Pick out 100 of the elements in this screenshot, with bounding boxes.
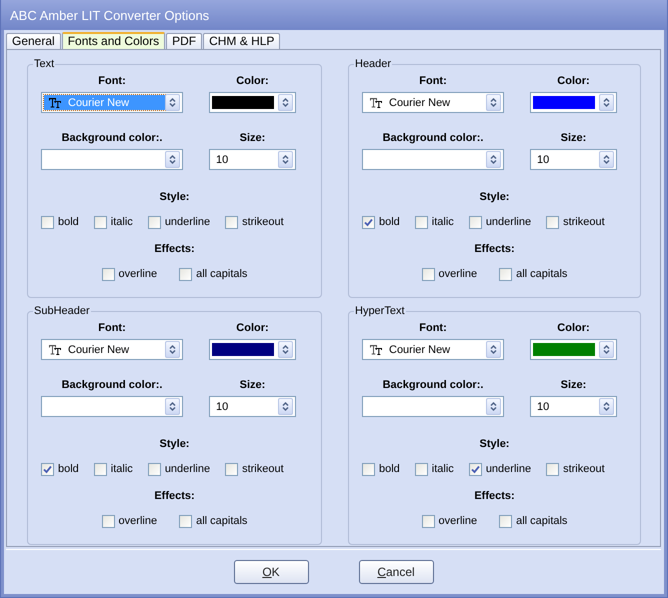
checkbox[interactable] [546, 462, 560, 476]
background-color-label: Background color:. [60, 131, 164, 146]
size-label: Size: [560, 131, 588, 146]
font-icon [369, 344, 383, 355]
checkbox-label[interactable]: all capitals [516, 268, 568, 280]
checkbox[interactable] [468, 462, 482, 476]
checkbox[interactable] [422, 514, 435, 528]
checkbox-label[interactable]: italic [432, 216, 454, 228]
checkbox[interactable] [41, 462, 54, 476]
font-label: Font: [418, 321, 448, 336]
checkbox[interactable] [499, 514, 512, 528]
spin-arrows-icon [169, 98, 176, 107]
checkbox-label[interactable]: bold [58, 216, 79, 228]
checkbox-label[interactable]: underline [164, 216, 210, 228]
checkbox[interactable] [94, 216, 107, 228]
spin-arrows-icon [282, 98, 289, 107]
checkbox[interactable] [179, 268, 192, 280]
checkbox-label[interactable]: underline [164, 463, 210, 475]
checkbox-label[interactable]: bold [58, 463, 79, 475]
checkbox[interactable] [148, 216, 161, 228]
size-dropdown[interactable]: 10 [530, 149, 617, 170]
font-dropdown[interactable]: Courier New [362, 339, 504, 360]
background-color-dropdown[interactable] [362, 149, 504, 170]
color-label: Color: [556, 74, 591, 89]
checkbox-label[interactable]: all capitals [516, 515, 568, 527]
font-dropdown[interactable]: Courier New [362, 92, 504, 113]
group-title: HyperText [354, 305, 406, 318]
checkbox[interactable] [148, 462, 161, 476]
checkbox-label[interactable]: strikeout [242, 463, 284, 475]
check-icon [470, 464, 480, 474]
background-color-label: Background color:. [382, 378, 484, 393]
checkbox-label[interactable]: overline [438, 268, 478, 280]
checkbox[interactable] [362, 216, 375, 228]
font-icon [48, 97, 62, 108]
spin-arrows-icon [603, 345, 610, 354]
style-label: Style: [158, 437, 190, 451]
color-dropdown[interactable] [530, 339, 617, 360]
checkbox[interactable] [102, 514, 115, 528]
size-label: Size: [238, 378, 266, 393]
font-label: Font: [97, 321, 127, 336]
checkbox-label[interactable]: bold [379, 216, 400, 228]
spin-arrows-icon [603, 402, 610, 411]
window-title: ABC Amber LIT Converter Options [10, 8, 210, 22]
checkbox[interactable] [94, 462, 107, 476]
checkbox-label[interactable]: overline [118, 268, 158, 280]
cancel-button[interactable]: Cancel [358, 560, 434, 584]
checkbox-label[interactable]: italic [110, 216, 133, 228]
checkbox[interactable] [546, 216, 560, 228]
checkbox-label[interactable]: italic [110, 463, 133, 475]
checkbox-label[interactable]: all capitals [196, 268, 248, 280]
color-label: Color: [235, 321, 270, 336]
size-dropdown[interactable]: 10 [209, 149, 296, 170]
tab[interactable]: CHM & HLP [203, 33, 280, 49]
checkbox[interactable] [362, 462, 375, 476]
font-label: Font: [97, 74, 127, 89]
ok-button[interactable]: OK [234, 560, 308, 584]
checkbox[interactable] [422, 268, 435, 280]
color-dropdown[interactable] [209, 92, 296, 113]
size-dropdown[interactable]: 10 [530, 396, 617, 417]
checkbox[interactable] [102, 268, 115, 280]
tab[interactable]: PDF [166, 33, 202, 49]
checkbox-label[interactable]: bold [379, 463, 400, 475]
checkbox[interactable] [414, 216, 428, 228]
checkbox-label[interactable]: strikeout [563, 463, 605, 475]
checkbox-label[interactable]: strikeout [242, 216, 284, 228]
checkbox[interactable] [179, 514, 192, 528]
background-color-label: Background color:. [382, 131, 484, 146]
checkbox-label[interactable]: underline [486, 216, 532, 228]
background-color-dropdown[interactable] [41, 396, 183, 417]
checkbox[interactable] [41, 216, 54, 228]
spin-arrows-icon [490, 402, 497, 411]
checkbox-label[interactable]: all capitals [196, 515, 248, 527]
checkbox-label[interactable]: strikeout [563, 216, 605, 228]
color-label: Color: [556, 321, 591, 336]
checkbox[interactable] [225, 216, 238, 228]
background-color-dropdown[interactable] [41, 149, 183, 170]
checkbox-label[interactable]: overline [438, 515, 478, 527]
size-dropdown[interactable]: 10 [209, 396, 296, 417]
checkbox[interactable] [499, 268, 512, 280]
check-icon [364, 218, 373, 226]
font-icon [369, 97, 383, 108]
font-dropdown[interactable]: Courier New [41, 339, 183, 360]
checkbox-label[interactable]: overline [118, 515, 158, 527]
background-color-dropdown[interactable] [362, 396, 504, 417]
checkbox[interactable] [225, 462, 238, 476]
checkbox[interactable] [468, 216, 482, 228]
style-label: Style: [478, 437, 510, 451]
color-dropdown[interactable] [530, 92, 617, 113]
spin-arrows-icon [603, 98, 610, 107]
tab[interactable]: Fonts and Colors [62, 32, 166, 49]
spin-arrows-icon [490, 345, 497, 354]
effects-label: Effects: [153, 242, 196, 256]
checkbox-label[interactable]: underline [486, 463, 532, 475]
size-label: Size: [560, 378, 588, 393]
tab[interactable]: General [6, 33, 61, 49]
checkbox-label[interactable]: italic [432, 463, 454, 475]
color-dropdown[interactable] [209, 339, 296, 360]
checkbox[interactable] [414, 462, 428, 476]
style-label: Style: [478, 190, 510, 204]
effects-label: Effects: [153, 489, 196, 503]
